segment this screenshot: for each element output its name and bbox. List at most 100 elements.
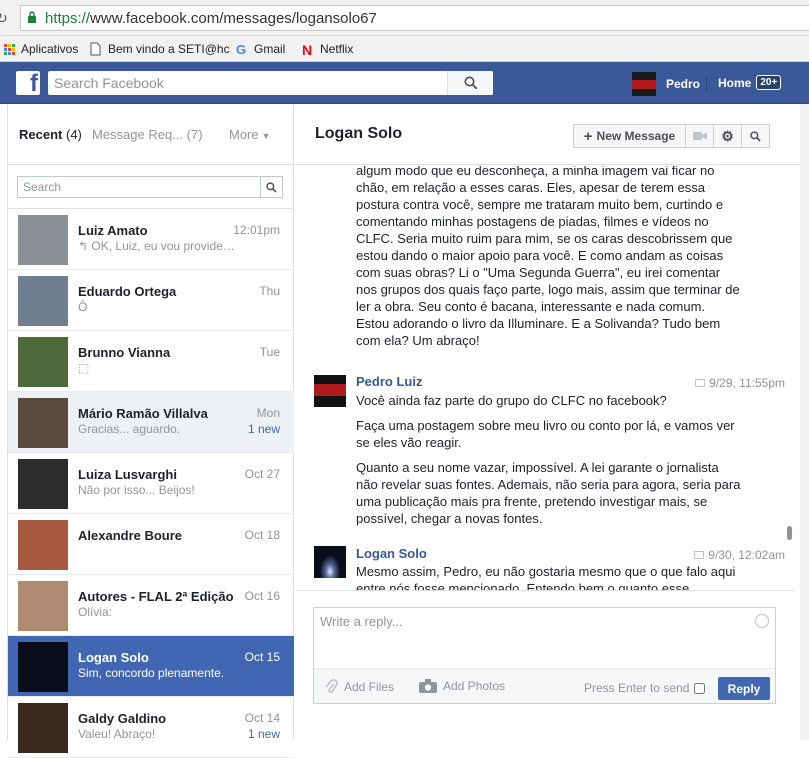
message-bubble-icon — [694, 551, 705, 559]
message-tabs: Recent (4) Message Req... (7) More ▼ — [8, 104, 294, 165]
search-icon — [266, 181, 277, 193]
search-conversation-button[interactable] — [741, 124, 770, 148]
divider — [295, 590, 795, 591]
reply-button[interactable]: Reply — [718, 677, 770, 700]
facebook-logo-icon[interactable]: f — [16, 70, 40, 97]
enter-to-send-checkbox[interactable] — [694, 682, 706, 694]
avatar — [18, 398, 68, 448]
add-files-button[interactable]: Add Files — [324, 679, 394, 695]
message-body: Você ainda faz parte do grupo do CLFC no… — [356, 393, 741, 526]
thread-item[interactable]: Brunno Vianna Tue ⬚ — [8, 331, 294, 392]
thread-time: Oct 14 — [244, 711, 280, 725]
thread-search — [17, 176, 283, 198]
thread-snippet: Gracias... aguardo. — [78, 422, 181, 436]
thread-name: Luiz Amato — [78, 223, 148, 238]
window-scrollbar[interactable] — [800, 104, 809, 740]
thread-name: Autores - FLAL 2ª Edição — [78, 589, 234, 604]
tab-recent[interactable]: Recent (4) — [19, 127, 82, 142]
url-text: https://www.facebook.com/messages/logans… — [45, 10, 377, 27]
thread-search-button[interactable] — [260, 177, 282, 197]
enter-to-send-toggle[interactable]: Press Enter to send — [584, 681, 706, 695]
thread-name: Luiza Lusvarghi — [78, 467, 177, 482]
message-bubble-icon — [695, 379, 706, 387]
video-camera-icon — [692, 132, 707, 140]
thread-snippet: Valeu! Abraço! — [78, 727, 156, 741]
bookmarks-bar: Aplicativos Bem vindo a SETI@hc G Gmail … — [0, 36, 809, 62]
paperclip-icon — [325, 679, 338, 694]
reply-input[interactable] — [314, 608, 754, 666]
conversation-header: Logan Solo + New Message ⚙ — [295, 104, 809, 165]
thread-item[interactable]: Luiza Lusvarghi Oct 27 Não por isso... Bei… — [8, 453, 294, 514]
bookmark-apps[interactable]: Aplicativos — [4, 40, 78, 58]
thread-name: Mário Ramão Villalva — [78, 406, 208, 421]
thread-item[interactable]: Luiz Amato 12:01pm ↰ OK, Luiz, eu vou prov… — [8, 209, 294, 270]
url-field[interactable]: https://www.facebook.com/messages/logans… — [20, 5, 809, 31]
video-call-button[interactable] — [685, 124, 714, 148]
home-count-badge: 20+ — [756, 75, 782, 90]
thread-time: Oct 18 — [244, 528, 280, 542]
thread-name: Eduardo Ortega — [78, 284, 177, 299]
message-sender[interactable]: Pedro Luiz — [356, 374, 422, 389]
thread-time: Oct 27 — [244, 467, 280, 481]
profile-link[interactable]: Pedro — [632, 72, 700, 96]
thread-name: Brunno Vianna — [78, 345, 171, 360]
thread-time: Thu — [259, 284, 280, 298]
new-message-button[interactable]: + New Message — [573, 124, 686, 148]
settings-button[interactable]: ⚙ — [713, 124, 742, 148]
scrollbar-thumb[interactable] — [787, 526, 792, 540]
apps-grid-icon — [4, 43, 15, 55]
avatar — [632, 72, 656, 96]
thread-item[interactable]: Mário Ramão Villalva Mon Gracias... aguard… — [8, 392, 294, 453]
thread-item[interactable]: Eduardo Ortega Thu Ô — [8, 270, 294, 331]
avatar — [314, 375, 346, 407]
new-count-badge: 1 new — [247, 727, 280, 741]
message-body: algum modo que eu desconheça, a minha im… — [356, 166, 740, 348]
thread-snippet: Olívia: — [78, 605, 113, 619]
avatar — [18, 276, 68, 326]
thread-name: Alexandre Boure — [78, 528, 183, 543]
tab-more[interactable]: More ▼ — [229, 127, 271, 142]
avatar — [18, 642, 68, 692]
facebook-search-input[interactable] — [48, 71, 448, 95]
bookmark-seti[interactable]: Bem vindo a SETI@hc — [88, 40, 230, 58]
thread-item[interactable]: Alexandre Boure Oct 18 — [8, 514, 294, 575]
tab-message-requests[interactable]: Message Req... (7) — [92, 127, 203, 142]
thread-search-input[interactable] — [18, 177, 260, 197]
thread-time: Tue — [259, 345, 280, 359]
bookmark-netflix[interactable]: N Netflix — [302, 40, 353, 58]
message-scrollbar[interactable] — [785, 166, 795, 590]
facebook-header: f Pedro Home 20+ — [0, 62, 809, 104]
message-sender[interactable]: Logan Solo — [356, 546, 427, 561]
conversation-toolbar: + New Message ⚙ — [573, 124, 770, 148]
thread-item[interactable]: Logan Solo Oct 15 Sim, concordo plenamente… — [8, 636, 294, 697]
facebook-search — [48, 71, 493, 95]
search-icon — [750, 130, 761, 142]
add-photos-button[interactable]: Add Photos — [419, 679, 505, 693]
caret-down-icon: ▼ — [261, 131, 271, 141]
browser-address-bar: ↻ https://www.facebook.com/messages/loga… — [0, 0, 809, 36]
message-body: Mesmo assim, Pedro, eu não gostaria mesm… — [356, 564, 736, 590]
emoji-icon[interactable] — [755, 614, 769, 628]
home-link[interactable]: Home 20+ — [718, 75, 782, 90]
thread-snippet: Sim, concordo plenamente. — [78, 666, 225, 680]
avatar — [314, 546, 346, 578]
new-count-badge: 1 new — [247, 422, 280, 436]
reload-icon[interactable]: ↻ — [0, 10, 8, 27]
search-button[interactable] — [447, 71, 493, 95]
thread-item[interactable]: Galdy Galdino Oct 14 Valeu! Abraço! 1 new — [8, 697, 294, 758]
thread-item[interactable]: Autores - FLAL 2ª Edição Oct 16 Olívia: — [8, 575, 294, 636]
avatar — [18, 215, 68, 265]
avatar — [18, 703, 68, 753]
thread-time: 12:01pm — [233, 223, 280, 237]
message-timestamp: 9/29, 11:55pm — [695, 376, 785, 390]
plus-icon: + — [583, 127, 593, 145]
bookmark-gmail[interactable]: G Gmail — [236, 40, 285, 58]
google-icon: G — [236, 42, 247, 57]
avatar — [18, 581, 68, 631]
conversation-panel: Logan Solo + New Message ⚙ algum modo qu… — [295, 104, 809, 740]
thread-snippet: ⬚ — [78, 361, 90, 375]
thread-snippet: ↰ OK, Luiz, eu vou providen... — [78, 239, 238, 253]
netflix-icon: N — [302, 42, 313, 58]
avatar — [18, 459, 68, 509]
lock-icon — [28, 11, 36, 23]
